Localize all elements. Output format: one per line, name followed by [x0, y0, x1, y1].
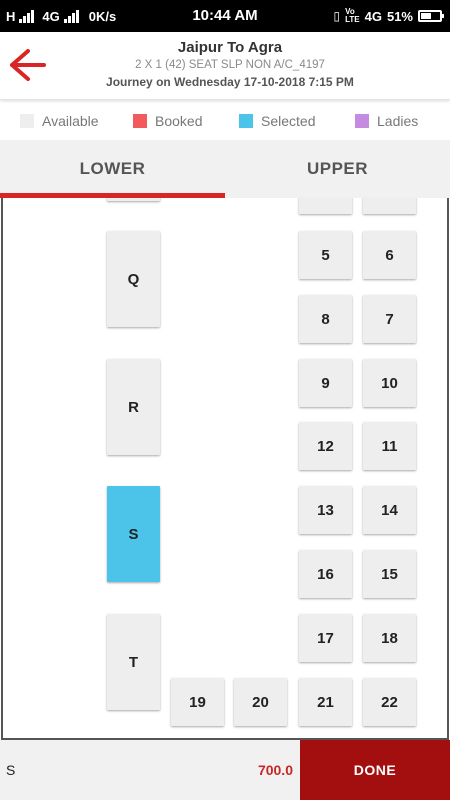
sleeper-seat-t[interactable]: T [107, 614, 160, 710]
seat-22[interactable]: 22 [363, 678, 416, 726]
seat-legend: Available Booked Selected Ladies [0, 100, 450, 140]
legend-label-booked: Booked [155, 113, 203, 129]
done-button[interactable]: DONE [300, 740, 450, 800]
app-header: Jaipur To Agra 2 X 1 (42) SEAT SLP NON A… [0, 32, 450, 100]
tab-lower[interactable]: LOWER [0, 140, 225, 198]
seat-13[interactable]: 13 [299, 486, 352, 534]
status-right: ▯ Vo LTE 4G 51% [333, 0, 444, 32]
sleeper-seat-q[interactable]: Q [107, 231, 160, 327]
legend-selected: Selected [239, 113, 315, 129]
legend-swatch-booked [133, 114, 147, 128]
tab-upper[interactable]: UPPER [225, 140, 450, 198]
battery-percent: 51% [386, 8, 413, 24]
legend-available: Available [20, 113, 99, 129]
legend-booked: Booked [133, 113, 202, 129]
seat-15[interactable]: 15 [363, 550, 416, 598]
deck-tabs: LOWER UPPER [0, 140, 450, 198]
seat-8[interactable]: 8 [299, 295, 352, 343]
legend-swatch-available [20, 114, 34, 128]
battery-icon [418, 10, 444, 22]
seat-14[interactable]: 14 [363, 486, 416, 534]
sleeper-seat-r[interactable]: R [107, 359, 160, 455]
seat-9[interactable]: 9 [299, 359, 352, 407]
vibrate-icon: ▯ [333, 9, 341, 23]
seat-19[interactable]: 19 [171, 678, 224, 726]
legend-ladies: Ladies [355, 113, 418, 129]
seat-18[interactable]: 18 [363, 614, 416, 662]
seat-16[interactable]: 16 [299, 550, 352, 598]
seat-20[interactable]: 20 [234, 678, 287, 726]
selected-seats: S [6, 762, 16, 778]
route-info: Jaipur To Agra 2 X 1 (42) SEAT SLP NON A… [60, 39, 400, 90]
seat-11[interactable]: 11 [363, 422, 416, 470]
seat-partial-sleeper[interactable] [107, 198, 160, 201]
seat-6[interactable]: 6 [363, 231, 416, 279]
sleeper-seat-s[interactable]: S [107, 486, 160, 582]
seat-partial-right[interactable] [363, 198, 416, 214]
seat-12[interactable]: 12 [299, 422, 352, 470]
seat-5[interactable]: 5 [299, 231, 352, 279]
legend-swatch-ladies [355, 114, 369, 128]
route-title: Jaipur To Agra [177, 39, 283, 56]
seat-layout: Q R S T 5 6 8 7 9 10 12 11 13 14 16 15 17 18 19 20 21 22 [1, 198, 449, 740]
seat-partial-left[interactable] [299, 198, 352, 214]
seat-7[interactable]: 7 [363, 295, 416, 343]
status-bar: H 4G 0K/s 10:44 AM ▯ Vo LTE 4G 51% [0, 0, 450, 32]
right-network-label: 4G [364, 8, 382, 24]
booking-summary-bar: S 700.0 DONE [0, 740, 450, 800]
legend-label-selected: Selected [261, 113, 316, 129]
back-button[interactable] [6, 44, 48, 86]
legend-swatch-selected [239, 114, 253, 128]
volte-icon: Vo LTE [345, 7, 360, 24]
seat-17[interactable]: 17 [299, 614, 352, 662]
seat-10[interactable]: 10 [363, 359, 416, 407]
legend-label-ladies: Ladies [377, 113, 419, 129]
back-arrow-icon [10, 49, 46, 81]
legend-label-available: Available [42, 113, 99, 129]
back-arrow-path [10, 49, 46, 81]
seat-21[interactable]: 21 [299, 678, 352, 726]
bus-type: 2 X 1 (42) SEAT SLP NON A/C_4197 [135, 59, 325, 71]
journey-date: Journey on Wednesday 17-10-2018 7:15 PM [106, 75, 354, 89]
total-fare: 700.0 [257, 762, 293, 778]
